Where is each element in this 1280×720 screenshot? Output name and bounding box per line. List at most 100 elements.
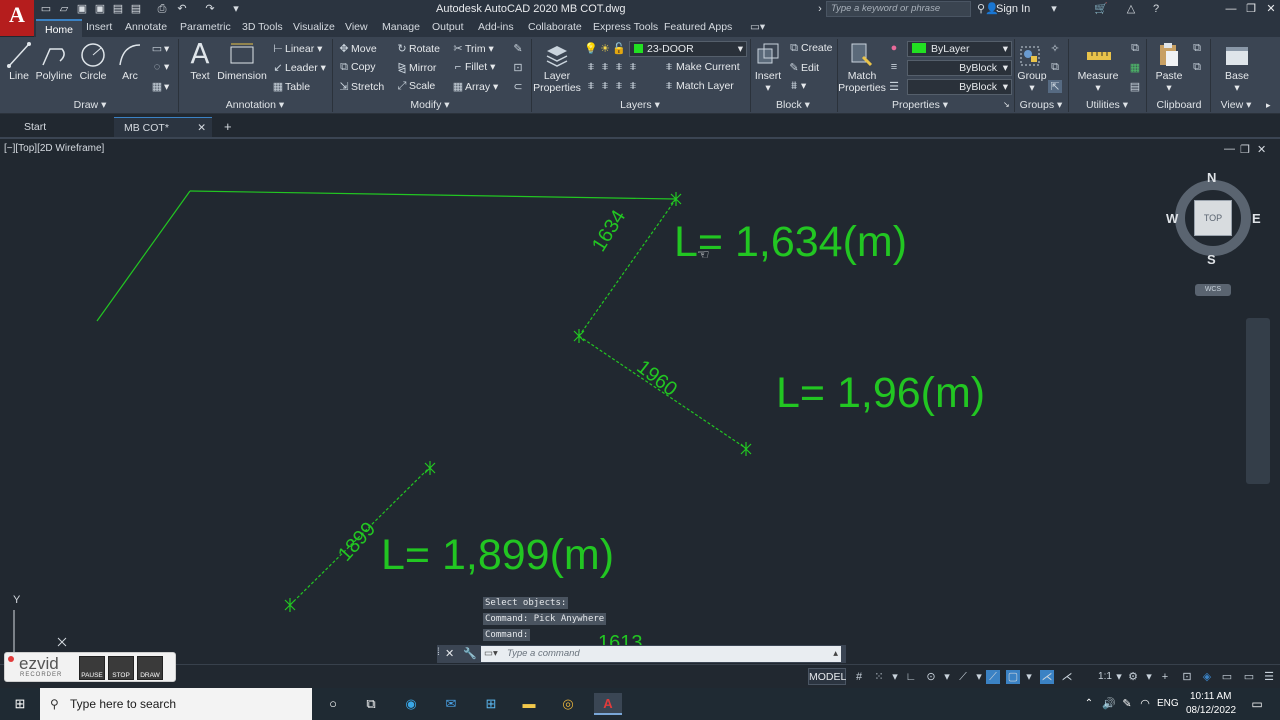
fillet-button[interactable]: ⌐ Fillet ▾ bbox=[451, 61, 496, 73]
group-tool-2-icon[interactable]: ⧉ bbox=[1048, 61, 1062, 74]
tab-annotate[interactable]: Annotate bbox=[125, 21, 167, 33]
copy-button[interactable]: ⧉ Copy bbox=[337, 61, 375, 74]
dimension-icon[interactable] bbox=[227, 41, 257, 69]
task-view-icon[interactable]: ⧉ bbox=[360, 693, 382, 715]
sign-in-link[interactable]: Sign In bbox=[996, 3, 1030, 15]
plot-icon[interactable]: ⎙ bbox=[156, 3, 168, 15]
tab-parametric[interactable]: Parametric bbox=[180, 21, 231, 33]
save-as-icon[interactable]: ▣ bbox=[94, 3, 106, 15]
new-tab-button[interactable]: + bbox=[214, 117, 238, 137]
close-tab-icon[interactable]: ✕ bbox=[197, 118, 206, 138]
color-wheel-icon[interactable]: ● bbox=[887, 42, 901, 54]
object-snap-tracking-icon[interactable]: ⟋ bbox=[986, 670, 1000, 684]
command-prompt-icon[interactable]: ▭▾ bbox=[484, 646, 498, 662]
help-icon[interactable]: ? bbox=[1150, 3, 1162, 15]
viewcube-south[interactable]: S bbox=[1207, 252, 1216, 267]
object-snap-icon[interactable]: ▢ bbox=[1006, 670, 1020, 684]
group-icon[interactable] bbox=[1018, 41, 1046, 69]
model-space-button[interactable]: MODEL bbox=[808, 668, 846, 685]
offset-icon[interactable]: ⊂ bbox=[511, 80, 525, 93]
viewcube-east[interactable]: E bbox=[1252, 211, 1261, 226]
layers-panel-title[interactable]: Layers ▾ bbox=[610, 99, 670, 113]
explode-icon[interactable]: ⊡ bbox=[511, 61, 525, 74]
ezvid-pause-button[interactable]: PAUSE bbox=[79, 656, 105, 680]
polyline-segment[interactable] bbox=[189, 190, 677, 200]
layer-state-icons[interactable]: 💡 ☀ 🔓 bbox=[584, 42, 626, 55]
tab-visualize[interactable]: Visualize bbox=[293, 21, 335, 33]
web-open-icon[interactable]: ▤ bbox=[112, 3, 124, 15]
create-block-button[interactable]: ⧉ Create bbox=[787, 42, 832, 55]
utility-tool-1-icon[interactable]: ⧉ bbox=[1128, 42, 1142, 55]
taskbar-search-box[interactable]: ⚲ Type here to search bbox=[40, 688, 312, 720]
web-save-icon[interactable]: ▤ bbox=[130, 3, 142, 15]
viewcube[interactable]: N S W E TOP bbox=[1166, 170, 1262, 267]
statusbar-menu-icon[interactable]: ☰ bbox=[1262, 670, 1276, 684]
save-icon[interactable]: ▣ bbox=[76, 3, 88, 15]
tab-view[interactable]: View bbox=[345, 21, 368, 33]
insert-block-icon[interactable] bbox=[755, 41, 781, 69]
command-customize-icon[interactable]: 🔧 bbox=[463, 647, 477, 660]
layer-properties-label[interactable]: Layer Properties bbox=[533, 70, 581, 94]
calculator-icon[interactable]: ▤ bbox=[1128, 80, 1142, 93]
polyline-button-label[interactable]: Polyline bbox=[34, 70, 74, 82]
annotation-visibility-icon[interactable]: ⋌ bbox=[1040, 670, 1054, 684]
new-file-icon[interactable]: ▭ bbox=[40, 3, 52, 15]
layer-tools-row-2[interactable]: ⩨ ⩨ ⩨ ⩨ bbox=[584, 80, 640, 93]
make-current-button[interactable]: ⩨ Make Current bbox=[662, 61, 740, 74]
isodraft-dropdown-icon[interactable]: ▾ bbox=[972, 670, 986, 684]
rectangle-tool-icon[interactable]: ▭ ▾ bbox=[150, 42, 169, 55]
customization-icon[interactable]: ▭ bbox=[1242, 670, 1256, 684]
hardware-accel-icon[interactable]: ⊡ bbox=[1180, 670, 1194, 684]
scale-button[interactable]: ⤢ Scale bbox=[395, 80, 436, 93]
utility-tool-2-icon[interactable]: ▦ bbox=[1128, 61, 1142, 74]
base-view-icon[interactable] bbox=[1223, 41, 1251, 69]
tab-drawing-current[interactable]: MB COT* ✕ bbox=[114, 117, 212, 137]
stretch-button[interactable]: ⇲ Stretch bbox=[337, 80, 384, 93]
clock-time[interactable]: 10:11 AM bbox=[1190, 691, 1232, 702]
tray-chevron-icon[interactable]: ⌃ bbox=[1078, 693, 1100, 715]
store-icon[interactable]: ⊞ bbox=[480, 693, 502, 715]
command-grip-icon[interactable]: ⁞ bbox=[437, 647, 440, 658]
auto-scale-icon[interactable]: ⋌ bbox=[1060, 670, 1074, 684]
polar-dropdown-icon[interactable]: ▾ bbox=[940, 670, 954, 684]
layer-dropdown[interactable]: 23-DOOR ▾ bbox=[629, 41, 747, 57]
linetype-icon[interactable]: ☰ bbox=[887, 80, 901, 93]
command-input[interactable]: ▭▾ Type a command ▴ bbox=[481, 646, 841, 662]
group-select-icon[interactable]: ⇱ bbox=[1048, 80, 1062, 93]
tab-insert[interactable]: Insert bbox=[86, 21, 112, 33]
lineweight-icon[interactable]: ≡ bbox=[887, 61, 901, 73]
properties-launcher-icon[interactable]: ↘ bbox=[1003, 100, 1010, 109]
add-plus-icon[interactable]: + bbox=[1158, 670, 1172, 684]
polyline-segment[interactable] bbox=[96, 190, 191, 322]
rotate-button[interactable]: ↻ Rotate bbox=[395, 42, 440, 55]
array-button[interactable]: ▦ Array ▾ bbox=[451, 80, 499, 93]
draw-panel-title[interactable]: Draw ▾ bbox=[60, 99, 120, 113]
tab-manage[interactable]: Manage bbox=[382, 21, 420, 33]
drawing-canvas[interactable]: [−][Top][2D Wireframe] — ❐ ✕ L= 1,634(m)… bbox=[0, 140, 1280, 664]
edge-icon[interactable]: ◉ bbox=[400, 693, 422, 715]
modify-panel-title[interactable]: Modify ▾ bbox=[395, 99, 465, 113]
base-button-label[interactable]: Base ▾ bbox=[1218, 70, 1256, 94]
command-close-icon[interactable]: ✕ bbox=[445, 647, 454, 660]
redo-icon[interactable]: ↷ bbox=[204, 3, 216, 15]
layer-properties-icon[interactable] bbox=[543, 41, 571, 69]
tab-express-tools[interactable]: Express Tools bbox=[593, 21, 658, 33]
group-tool-1-icon[interactable]: ✧ bbox=[1048, 42, 1062, 55]
tab-featured-apps[interactable]: Featured Apps bbox=[664, 21, 732, 33]
isolate-objects-icon[interactable]: ◈ bbox=[1200, 670, 1214, 684]
match-properties-label[interactable]: Match Properties bbox=[838, 70, 886, 94]
circle-icon[interactable] bbox=[80, 41, 106, 69]
block-attributes-icon[interactable]: ⩩ ▾ bbox=[787, 80, 806, 93]
mirror-button[interactable]: ⧎ Mirror bbox=[395, 61, 436, 74]
ortho-icon[interactable]: ∟ bbox=[904, 670, 918, 684]
wifi-icon[interactable]: ◠ bbox=[1134, 693, 1156, 715]
workspace-dropdown-icon[interactable]: ▾ bbox=[1142, 670, 1156, 684]
open-file-icon[interactable]: ▱ bbox=[58, 3, 70, 15]
linear-dim-button[interactable]: ⊢ Linear ▾ bbox=[271, 42, 322, 55]
tab-add-ins[interactable]: Add-ins bbox=[478, 21, 514, 33]
line-icon[interactable] bbox=[6, 41, 32, 69]
view-panel-title[interactable]: View ▾ bbox=[1212, 99, 1260, 113]
table-button[interactable]: ▦ Table bbox=[271, 80, 310, 93]
color-dropdown[interactable]: ByLayer ▾ bbox=[907, 41, 1012, 57]
notifications-icon[interactable]: ▭ bbox=[1246, 693, 1268, 715]
